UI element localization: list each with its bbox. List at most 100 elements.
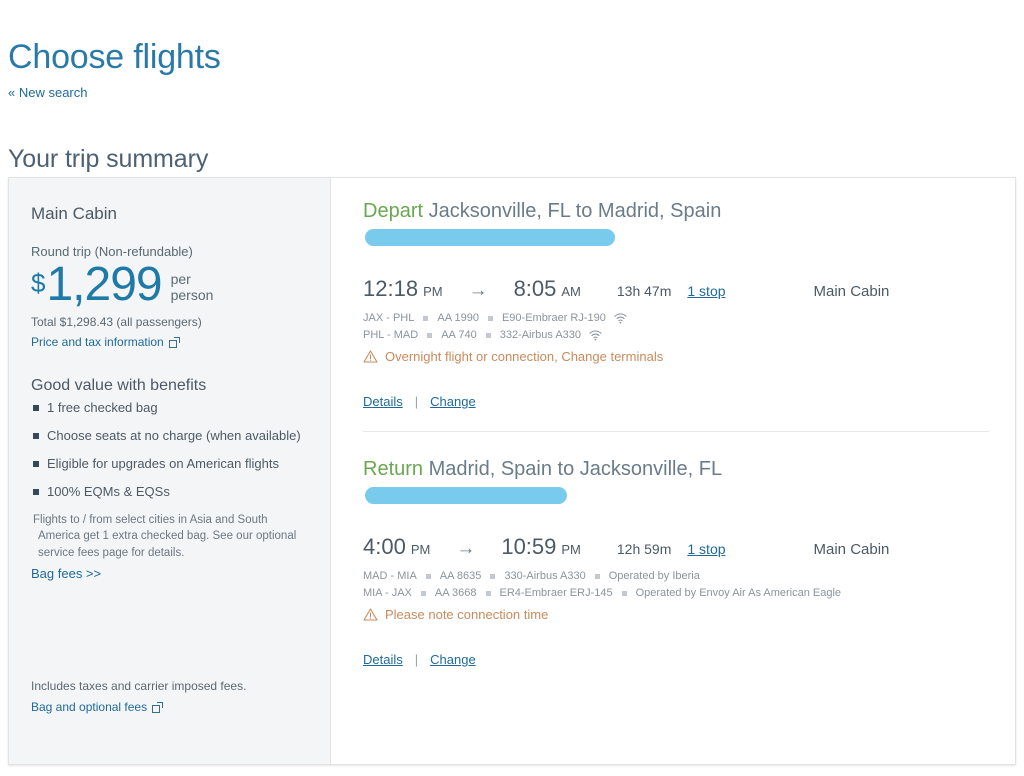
leg-heading: Return Madrid, Spain to Jacksonville, FL	[363, 458, 989, 481]
details-link[interactable]: Details	[363, 394, 403, 409]
leg-alert: Overnight flight or connection, Change t…	[363, 349, 989, 364]
bag-optional-fees-label: Bag and optional fees	[31, 700, 147, 714]
benefit-item: Choose seats at no charge (when availabl…	[31, 428, 308, 445]
leg-route-label: Jacksonville, FL to Madrid, Spain	[429, 200, 722, 222]
leg-actions: Details | Change	[363, 394, 989, 409]
stops-link[interactable]: 1 stop	[687, 283, 725, 299]
leg-alert-text: Overnight flight or connection, Change t…	[385, 349, 663, 364]
depart-time: 4:00	[363, 534, 406, 560]
segment-flight-number: AA 3668	[435, 585, 477, 602]
separator-square-icon	[486, 591, 491, 596]
flight-leg-return: Return Madrid, Spain to Jacksonville, FL…	[363, 458, 989, 667]
trip-summary-card: Main Cabin Round trip (Non-refundable) $…	[8, 177, 1016, 765]
redacted-date-mark	[365, 487, 567, 504]
segment-route: MIA - JAX	[363, 585, 412, 602]
segment-flight-number: AA 8635	[440, 568, 482, 585]
segment-aircraft: 332-Airbus A330	[500, 327, 581, 344]
leg-alert: Please note connection time	[363, 607, 989, 622]
arrow-right-icon: →	[469, 281, 488, 300]
leg-direction-label: Return	[363, 458, 423, 480]
segment-list: MAD - MIA AA 8635 330-Airbus A330 Operat…	[363, 568, 989, 602]
price-amount: 1,299	[46, 261, 161, 309]
benefit-item: 100% EQMs & EQSs	[31, 484, 308, 501]
benefits-title: Good value with benefits	[31, 377, 308, 395]
separator-square-icon	[488, 316, 493, 321]
total-price-label: Total $1,298.43 (all passengers)	[31, 315, 308, 329]
details-link[interactable]: Details	[363, 652, 403, 667]
segment-operated-by: Operated by Iberia	[609, 568, 700, 585]
arrive-time: 8:05	[514, 276, 557, 302]
segment-row: MIA - JAX AA 3668 ER4-Embraer ERJ-145 Op…	[363, 585, 989, 602]
depart-meridiem: PM	[411, 542, 431, 557]
segment-aircraft: 330-Airbus A330	[504, 568, 585, 585]
segment-aircraft: ER4-Embraer ERJ-145	[500, 585, 613, 602]
segment-flight-number: AA 1990	[437, 310, 479, 327]
separator-square-icon	[490, 574, 495, 579]
bag-and-optional-fees-link[interactable]: Bag and optional fees	[31, 700, 163, 714]
separator-square-icon	[595, 574, 600, 579]
wifi-icon	[589, 330, 602, 341]
page-title: Choose flights	[8, 37, 221, 78]
leg-alert-text: Please note connection time	[385, 607, 548, 622]
segment-aircraft: E90-Embraer RJ-190	[502, 310, 606, 327]
currency-symbol: $	[31, 270, 45, 296]
sidebar-footer: Includes taxes and carrier imposed fees.…	[31, 679, 246, 716]
price-block: $ 1,299 per person	[31, 261, 308, 309]
price-tax-link-label: Price and tax information	[31, 335, 164, 349]
leg-divider	[363, 431, 989, 432]
separator-square-icon	[421, 591, 426, 596]
separator-square-icon	[427, 333, 432, 338]
per-label: per	[171, 271, 191, 287]
separator-square-icon	[622, 591, 627, 596]
arrow-right-icon: →	[456, 539, 475, 558]
leg-heading: Depart Jacksonville, FL to Madrid, Spain	[363, 200, 989, 223]
benefit-item: 1 free checked bag	[31, 400, 308, 417]
arrive-meridiem: AM	[561, 284, 581, 299]
depart-meridiem: PM	[423, 284, 443, 299]
leg-times-row: 4:00 PM → 10:59 PM 12h 59m 1 stop Main C…	[363, 534, 989, 560]
cabin-name: Main Cabin	[31, 204, 308, 224]
wifi-icon	[614, 313, 627, 324]
flight-legs-pane: Depart Jacksonville, FL to Madrid, Spain…	[331, 178, 1015, 764]
benefits-footnote: Flights to / from select cities in Asia …	[38, 512, 308, 562]
trip-summary-title: Your trip summary	[8, 145, 208, 174]
change-link[interactable]: Change	[430, 394, 476, 409]
bag-fees-link[interactable]: Bag fees >>	[31, 566, 101, 581]
price-and-tax-information-link[interactable]: Price and tax information	[31, 335, 180, 349]
change-link[interactable]: Change	[430, 652, 476, 667]
segment-operated-by: Operated by Envoy Air As American Eagle	[636, 585, 841, 602]
separator-square-icon	[426, 574, 431, 579]
trip-type-label: Round trip (Non-refundable)	[31, 244, 308, 259]
segment-route: PHL - MAD	[363, 327, 418, 344]
segment-row: MAD - MIA AA 8635 330-Airbus A330 Operat…	[363, 568, 989, 585]
taxes-note: Includes taxes and carrier imposed fees.	[31, 679, 246, 693]
flight-duration: 13h 47m	[617, 283, 671, 299]
segment-flight-number: AA 740	[441, 327, 476, 344]
leg-actions: Details | Change	[363, 652, 989, 667]
flight-duration: 12h 59m	[617, 541, 671, 557]
leg-route-label: Madrid, Spain to Jacksonville, FL	[429, 458, 722, 480]
separator-square-icon	[486, 333, 491, 338]
segment-list: JAX - PHL AA 1990 E90-Embraer RJ-190 PHL…	[363, 310, 989, 344]
external-link-icon	[169, 337, 180, 348]
action-divider: |	[415, 652, 418, 667]
arrive-time: 10:59	[501, 534, 556, 560]
warning-triangle-icon	[363, 608, 378, 621]
action-divider: |	[415, 394, 418, 409]
redacted-date-mark	[365, 229, 615, 246]
benefit-item: Eligible for upgrades on American flight…	[31, 456, 308, 473]
segment-row: JAX - PHL AA 1990 E90-Embraer RJ-190	[363, 310, 989, 327]
leg-cabin-label: Main Cabin	[814, 541, 890, 558]
separator-square-icon	[423, 316, 428, 321]
per-person-label: per person	[171, 271, 214, 303]
leg-times-row: 12:18 PM → 8:05 AM 13h 47m 1 stop Main C…	[363, 276, 989, 302]
stops-link[interactable]: 1 stop	[687, 541, 725, 557]
fare-sidebar: Main Cabin Round trip (Non-refundable) $…	[9, 178, 331, 764]
segment-route: JAX - PHL	[363, 310, 414, 327]
segment-row: PHL - MAD AA 740 332-Airbus A330	[363, 327, 989, 344]
new-search-link[interactable]: « New search	[8, 85, 87, 100]
leg-direction-label: Depart	[363, 200, 423, 222]
depart-time: 12:18	[363, 276, 418, 302]
leg-cabin-label: Main Cabin	[814, 283, 890, 300]
flight-leg-depart: Depart Jacksonville, FL to Madrid, Spain…	[363, 200, 989, 432]
